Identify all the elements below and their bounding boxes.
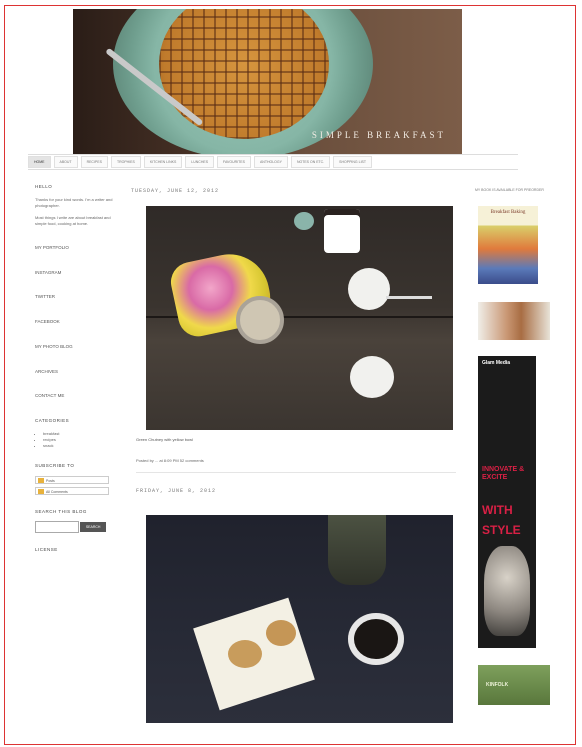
top-nav: HOME ABOUT RECIPES TROPHIES KITCHEN LINK… — [28, 154, 518, 170]
tab-favourites[interactable]: FAVOURITES — [217, 156, 251, 168]
ad-line-2: WITH — [482, 503, 513, 517]
ad-brand: Glam Media — [482, 360, 511, 366]
tab-home[interactable]: HOME — [28, 156, 51, 168]
subscribe-heading: SUBSCRIBE TO — [35, 462, 75, 468]
sidebar-ad[interactable]: Glam Media INNOVATE & EXCITE WITH STYLE — [478, 356, 536, 648]
spoon-image — [386, 296, 432, 299]
categories-list: breakfast recipes snack — [35, 431, 115, 449]
post-photo-2[interactable] — [146, 515, 453, 723]
mug-image — [348, 613, 404, 665]
subscribe-comments[interactable]: All Comments — [35, 486, 109, 495]
small-cup-image — [294, 212, 314, 230]
link-facebook[interactable]: FACEBOOK — [35, 319, 115, 326]
subscribe-posts[interactable]: Posts — [35, 475, 109, 484]
tab-trophies[interactable]: TROPHIES — [110, 156, 141, 168]
post-photo-1[interactable] — [146, 206, 453, 430]
post-meta[interactable]: Posted by ... at 8:09 PM 52 comments — [136, 458, 204, 463]
categories-heading: CATEGORIES — [35, 418, 70, 423]
book-cover[interactable] — [478, 206, 538, 284]
link-portfolio[interactable]: MY PORTFOLIO — [35, 245, 115, 252]
ad-portrait — [484, 546, 530, 636]
sidebar-photo[interactable] — [478, 302, 550, 340]
book-title: Breakfast Baking — [490, 210, 526, 215]
tab-notes[interactable]: NOTES ON ETC. — [290, 156, 331, 168]
main-column: TUESDAY, JUNE 12, 2012 — [131, 184, 461, 194]
blog-title: SIMPLE BREAKFAST — [311, 130, 446, 140]
tab-shopping[interactable]: SHOPPING LIST — [333, 156, 373, 168]
bowl-image — [348, 268, 390, 310]
tab-anthology[interactable]: ANTHOLOGY — [253, 156, 288, 168]
search-input[interactable] — [35, 521, 79, 534]
feed-icon — [38, 477, 44, 483]
tab-lunches[interactable]: LUNCHES — [185, 156, 215, 168]
license-heading: LICENSE — [35, 547, 58, 553]
cookie-image — [228, 640, 262, 668]
flask-image — [328, 515, 386, 585]
search-row: SEARCH — [35, 521, 115, 534]
tab-kitchen-links[interactable]: KITCHEN LINKS — [143, 156, 183, 168]
search-heading: SEARCH THIS BLOG — [35, 508, 87, 514]
hello-text: Thanks for your kind words. I'm a writer… — [35, 196, 113, 208]
jar-image — [236, 296, 284, 344]
post-date: TUESDAY, JUNE 12, 2012 — [131, 188, 220, 194]
link-archives[interactable]: ARCHIVES — [35, 369, 115, 376]
left-sidebar: HELLO Thanks for your kind words. I'm a … — [35, 184, 115, 560]
subscribe-posts-label: Posts — [46, 478, 55, 483]
link-instagram[interactable]: INSTAGRAM — [35, 270, 115, 277]
ad-line-3: STYLE — [482, 523, 521, 537]
link-twitter[interactable]: TWITTER — [35, 294, 115, 301]
ad-line-1: INNOVATE & EXCITE — [482, 466, 525, 481]
hello-heading: HELLO — [35, 184, 53, 189]
cookie-image — [266, 620, 296, 646]
tab-recipes[interactable]: RECIPES — [80, 156, 108, 168]
bowl-image — [350, 356, 394, 398]
bio-text: Most things I write are about breakfast … — [35, 214, 111, 226]
right-sidebar: MY BOOK IS AVAILABLE FOR PREORDER — [475, 188, 545, 193]
search-button[interactable]: SEARCH — [80, 522, 107, 533]
subscribe-comments-label: All Comments — [46, 489, 68, 494]
feed-icon — [38, 488, 44, 494]
book-heading: MY BOOK IS AVAILABLE FOR PREORDER — [475, 188, 544, 192]
post-caption: Green Chutney with yellow bowl — [136, 437, 193, 442]
tab-about[interactable]: ABOUT — [53, 156, 78, 168]
badge-label: KINFOLK — [486, 682, 509, 688]
link-photo-blog[interactable]: MY PHOTO BLOG — [35, 344, 115, 351]
link-contact[interactable]: CONTACT ME — [35, 393, 115, 400]
post-divider — [136, 472, 456, 473]
category-item[interactable]: snack — [43, 443, 115, 449]
coffee-cup-image — [324, 209, 360, 253]
post-date: FRIDAY, JUNE 8, 2012 — [136, 488, 217, 494]
header-banner[interactable]: SIMPLE BREAKFAST — [73, 9, 462, 154]
